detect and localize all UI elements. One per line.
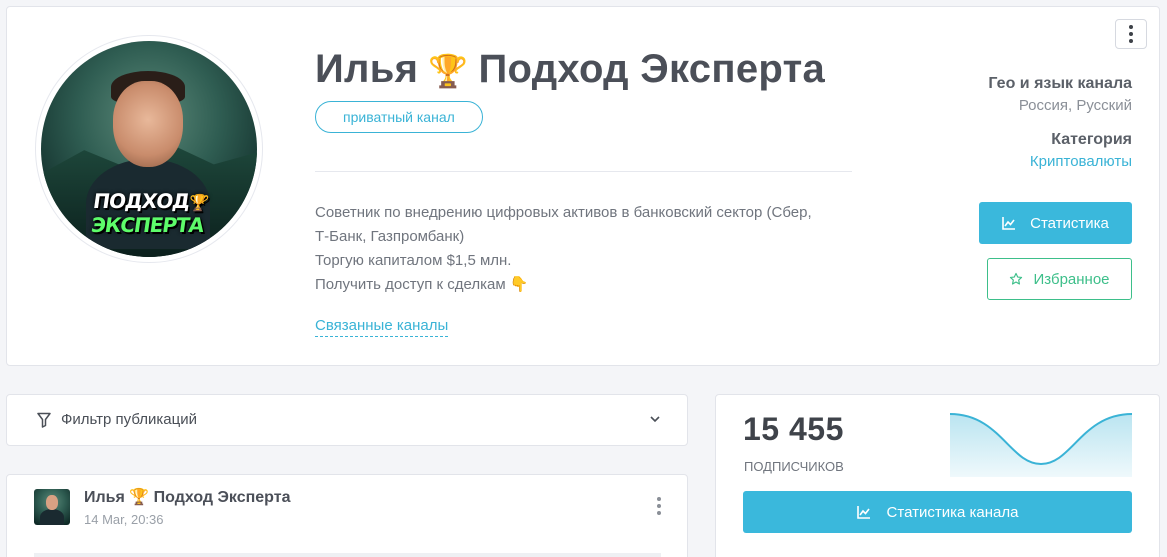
channel-description: Советник по внедрению цифровых активов в…: [315, 201, 860, 297]
post-content-preview: [34, 553, 661, 557]
description-line: Т-Банк, Газпромбанк): [315, 228, 465, 245]
kebab-dot-icon: [1129, 39, 1133, 43]
statistics-button[interactable]: Статистика: [979, 202, 1132, 244]
chart-line-icon: [1002, 217, 1016, 230]
kebab-dot-icon: [1129, 25, 1133, 29]
channel-profile-card: ПОДХОД🏆ЭКСПЕРТА Илья 🏆 Подход Эксперта при…: [6, 6, 1160, 366]
post-filter-toggle[interactable]: Фильтр публикаций: [6, 394, 688, 446]
statistics-button-label: Статистика: [1030, 214, 1109, 232]
favorites-button-label: Избранное: [1033, 270, 1110, 288]
more-menu-button[interactable]: [1115, 19, 1147, 49]
description-line: Торгую капиталом $1,5 млн.: [315, 252, 512, 269]
geo-label: Гео и язык канала: [988, 75, 1132, 92]
channel-statistics-button[interactable]: Статистика канала: [743, 491, 1132, 533]
channel-name: Илья: [315, 47, 419, 91]
channel-statistics-button-label: Статистика канала: [886, 503, 1019, 521]
post-author-name[interactable]: Илья 🏆 Подход Эксперта: [84, 487, 290, 507]
geo-value: Россия, Русский: [1018, 97, 1132, 114]
channel-name-suffix: Подход Эксперта: [478, 47, 826, 91]
trophy-icon: 🏆: [428, 53, 469, 89]
description-line: Получить доступ к сделкам 👇: [315, 276, 529, 293]
divider: [315, 171, 852, 172]
subscriber-count: 15 455: [743, 411, 844, 447]
category-block: Категория Криптовалюты: [1030, 131, 1132, 170]
post-date: 14 Mar, 20:36: [84, 512, 164, 527]
kebab-dot-icon: [657, 497, 661, 501]
related-channels-link[interactable]: Связанные каналы: [315, 317, 449, 337]
category-link[interactable]: Криптовалюты: [1030, 153, 1132, 170]
geo-language-block: Гео и язык канала Россия, Русский: [988, 75, 1132, 114]
subscribers-sparkline: [950, 413, 1132, 477]
star-icon: [1010, 272, 1023, 285]
description-line: Советник по внедрению цифровых активов в…: [315, 204, 812, 221]
kebab-dot-icon: [657, 511, 661, 515]
subscriber-label: ПОДПИСЧИКОВ: [744, 459, 844, 474]
post-author-avatar: [34, 489, 70, 525]
private-channel-badge: приватный канал: [315, 101, 483, 133]
post-more-menu-button[interactable]: [657, 497, 661, 515]
kebab-dot-icon: [1129, 32, 1133, 36]
post-card: Илья 🏆 Подход Эксперта 14 Mar, 20:36: [6, 474, 688, 557]
channel-title: Илья 🏆 Подход Эксперта: [315, 47, 825, 92]
filter-icon: [37, 412, 51, 428]
avatar-logo-text: ПОДХОД🏆ЭКСПЕРТА: [89, 189, 210, 237]
channel-avatar: ПОДХОД🏆ЭКСПЕРТА: [35, 35, 263, 263]
kebab-dot-icon: [657, 504, 661, 508]
filter-label: Фильтр публикаций: [61, 411, 197, 428]
chart-line-icon: [856, 506, 870, 519]
category-label: Категория: [1051, 131, 1132, 148]
subscribers-card: 15 455 ПОДПИСЧИКОВ Статистика канала: [715, 394, 1160, 557]
favorites-button[interactable]: Избранное: [987, 258, 1132, 300]
chevron-down-icon: [650, 416, 660, 423]
